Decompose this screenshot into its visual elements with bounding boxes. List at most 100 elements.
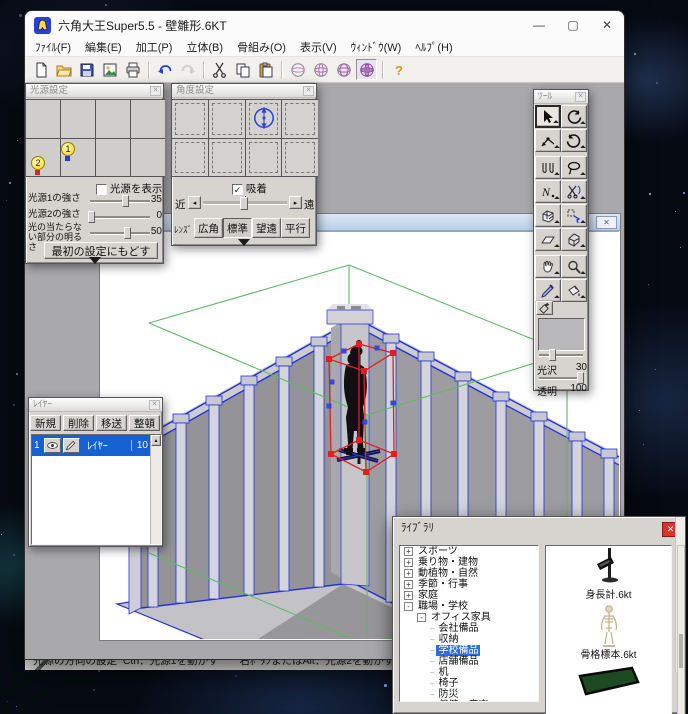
view-flat-button[interactable] [333,59,354,80]
tree-item-オフィス家具[interactable]: -オフィス家具 [400,612,538,623]
view-shaded-button[interactable] [310,59,331,80]
tree-item-乗り物・建物[interactable]: +乗り物・建物 [400,557,538,568]
lasso-tool[interactable] [561,156,587,179]
tree-item-学校備品[interactable]: –学校備品 [400,645,538,656]
rotate-view-tool[interactable] [561,105,587,128]
menu-item-4[interactable]: 骨組み(O) [230,39,293,57]
undo-button[interactable] [154,59,175,80]
view-smooth-button[interactable] [287,59,308,80]
collapse-icon[interactable]: - [404,602,413,611]
lens-標準[interactable]: 標準 [223,218,252,238]
layer-row[interactable]: 1 ﾚｲﾔｰ 10 [32,435,151,456]
select-tool[interactable] [535,105,561,128]
open-file-button[interactable] [53,59,74,80]
draw-lines-tool[interactable] [535,156,561,179]
layer-tidy-button[interactable]: 整頓 [129,415,160,431]
distance-slider-thumb[interactable] [240,197,248,210]
light-slider-thumb[interactable] [124,227,131,239]
expand-icon[interactable]: + [404,547,413,556]
layer-visibility-button[interactable] [44,438,61,453]
light-position-grid[interactable] [26,99,165,177]
pan-tool[interactable] [535,255,561,278]
expand-icon[interactable]: + [404,580,413,589]
move-point-tool[interactable] [535,129,561,152]
zoom-tool[interactable] [561,255,587,278]
gloss-slider[interactable] [539,354,583,356]
material-apply-button[interactable] [536,301,553,315]
close-button[interactable]: ✕ [590,11,624,39]
print-button[interactable] [122,59,143,80]
tree-item-職場・学校[interactable]: -職場・学校 [400,601,538,612]
light-slider-thumb[interactable] [88,211,95,223]
tree-item-収納[interactable]: –収納 [400,634,538,645]
light-palette-close-icon[interactable]: ✕ [150,86,161,96]
layer-new-button[interactable]: 新規 [30,415,61,431]
fill-tool[interactable] [561,279,587,302]
new-file-button[interactable] [30,59,51,80]
extrude-tool[interactable] [535,204,561,227]
layer-move-button[interactable]: 移送 [96,415,127,431]
light-palette-title[interactable]: 光源設定 [26,84,163,98]
curve-tool[interactable]: N [535,180,561,203]
layer-scrollbar[interactable]: ▴ [150,435,161,544]
menu-item-2[interactable]: 加工(P) [129,39,180,57]
reset-light-button[interactable]: 最初の設定にもどす [44,242,158,259]
lens-平行[interactable]: 平行 [281,218,310,238]
minimize-button[interactable]: — [522,11,556,39]
lens-望遠[interactable]: 望遠 [252,218,281,238]
tree-item-会社備品[interactable]: –会社備品 [400,623,538,634]
library-scrollbar[interactable] [677,545,685,714]
library-item[interactable]: 骨格標本.6kt [546,604,671,662]
tree-item-家庭[interactable]: +家庭 [400,590,538,601]
distance-slider-track[interactable] [203,201,287,204]
scroll-up-icon[interactable]: ▴ [151,435,161,446]
angle-palette-close-icon[interactable]: ✕ [303,86,314,96]
face-tool[interactable] [535,228,561,251]
eyedropper-tool[interactable] [535,279,561,302]
menu-item-3[interactable]: 立体(B) [179,39,230,57]
angle-palette-title[interactable]: 角度設定 [172,84,316,98]
view-wireframe-button[interactable] [356,59,377,80]
maximize-button[interactable]: ▢ [556,11,590,39]
expand-icon[interactable]: + [404,558,413,567]
primitive-tool[interactable] [561,228,587,251]
alpha-slider[interactable] [539,377,583,379]
title-bar[interactable]: 六角大王Super5.5 - 壁雛形.6KT — ▢ ✕ [25,11,624,39]
lens-広角[interactable]: 広角 [194,218,223,238]
menu-item-5[interactable]: 表示(V) [293,39,344,57]
farther-button[interactable]: ▸ [289,196,302,209]
layer-palette-title[interactable]: ﾚｲﾔｰ [29,398,162,412]
tree-item-机[interactable]: –机 [400,667,538,678]
layer-edit-button[interactable] [63,438,80,453]
save-file-button[interactable] [76,59,97,80]
collapse-arrow-icon[interactable] [238,239,250,246]
tree-item-スポーツ[interactable]: +スポーツ [400,546,538,557]
snap-checkbox[interactable]: ✓ [232,184,243,195]
menu-item-0[interactable]: ﾌｧｲﾙ(F) [28,39,78,57]
menu-item-1[interactable]: 編集(E) [78,39,129,57]
library-item[interactable] [546,664,671,704]
material-color-swatch[interactable] [538,318,585,351]
viewport-close-button[interactable]: ✕ [596,216,617,229]
tree-item-店舗備品[interactable]: –店舗備品 [400,656,538,667]
layer-delete-button[interactable]: 削除 [63,415,94,431]
copy-button[interactable] [232,59,253,80]
expand-icon[interactable]: + [404,569,413,578]
nearer-button[interactable]: ◂ [188,196,201,209]
light-slider-thumb[interactable] [122,195,129,207]
paste-button[interactable] [255,59,276,80]
tree-item-防災[interactable]: –防災 [400,689,538,700]
connected-select-tool[interactable] [561,204,587,227]
help-button[interactable]: ? [388,59,409,80]
collapse-arrow-icon[interactable] [89,257,101,264]
view-angle-grid[interactable] [172,99,318,177]
tree-item-椅子[interactable]: –椅子 [400,678,538,689]
tool-palette-close-icon[interactable]: ✕ [575,92,586,102]
tree-item-動植物・自然[interactable]: +動植物・自然 [400,568,538,579]
collapse-icon[interactable]: - [417,613,426,622]
library-palette-title[interactable]: ﾗｲﾌﾞﾗﾘ [393,517,685,541]
cut-button[interactable] [209,59,230,80]
cut-tool[interactable] [561,180,587,203]
rotate-band-tool[interactable] [561,129,587,152]
light-2-bulb-icon[interactable]: 2 [31,156,45,170]
